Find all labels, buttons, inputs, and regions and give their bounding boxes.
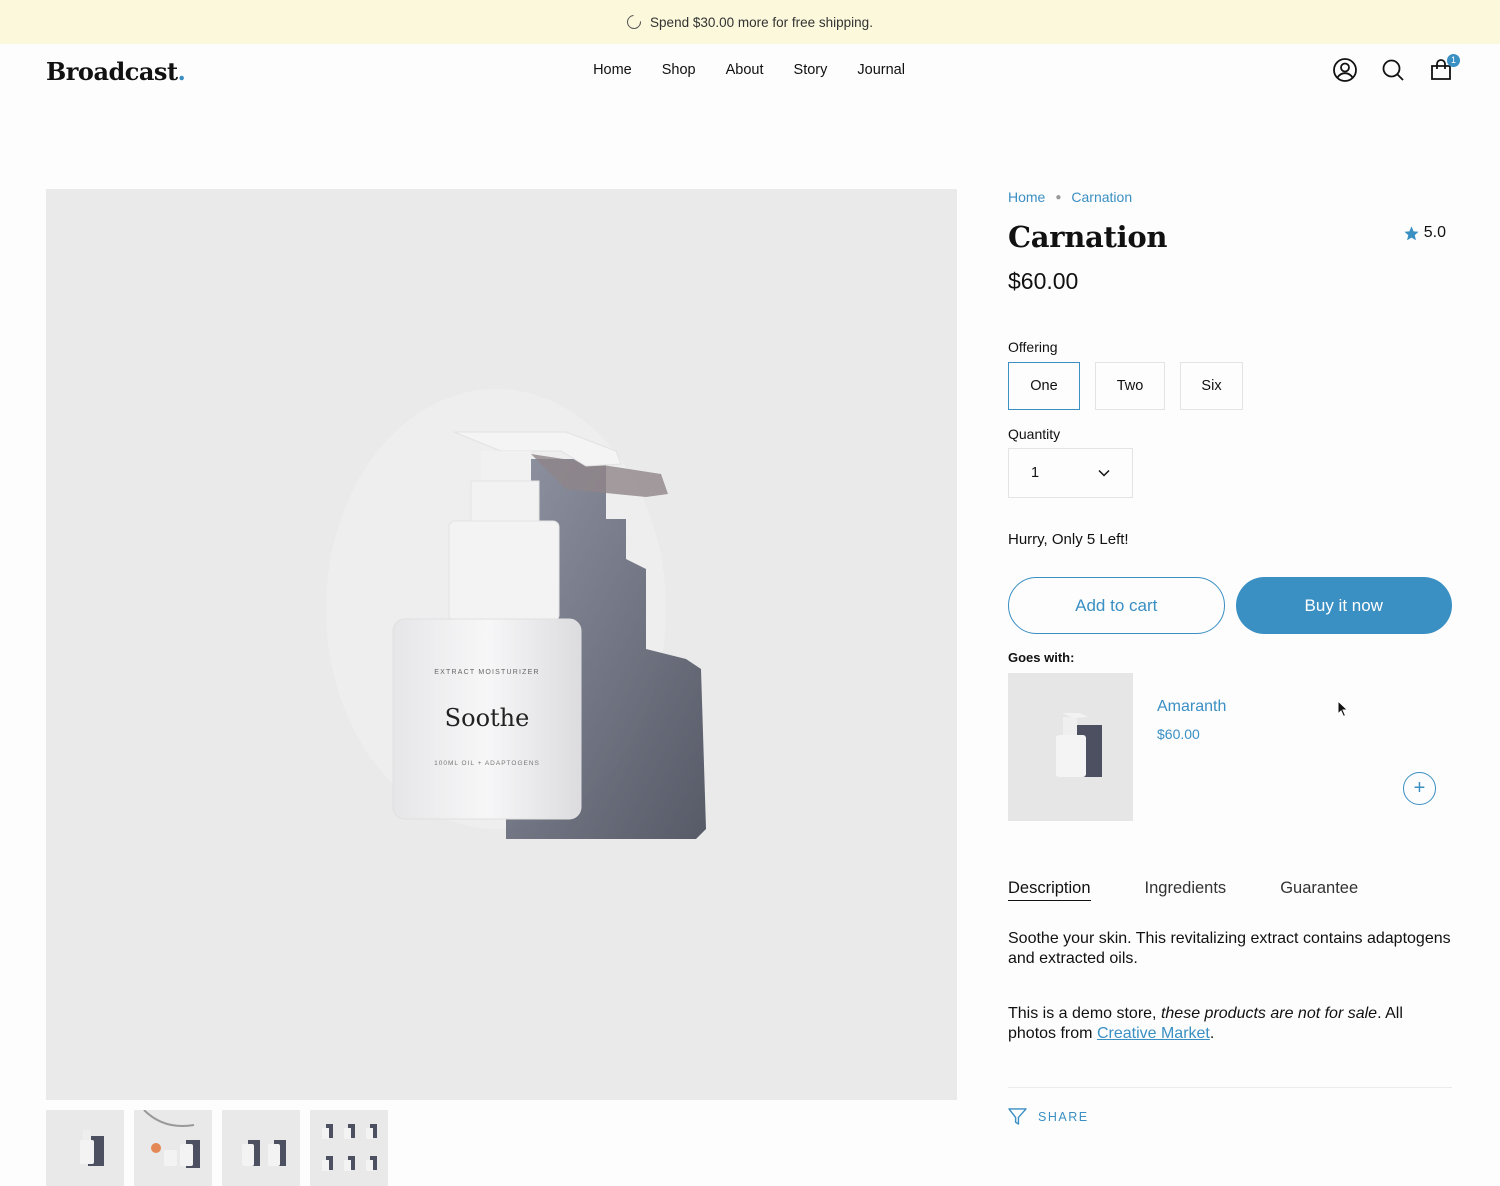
chevron-down-icon: [1098, 469, 1110, 477]
product-price: $60.00: [1008, 268, 1079, 294]
main-nav: Home Shop About Story Journal: [0, 44, 1500, 96]
offering-two[interactable]: Two: [1095, 362, 1165, 410]
search-icon[interactable]: [1380, 57, 1406, 83]
breadcrumb-current[interactable]: Carnation: [1071, 189, 1132, 205]
breadcrumb: Home ● Carnation: [1008, 186, 1452, 208]
nav-about[interactable]: About: [711, 62, 779, 78]
breadcrumb-home[interactable]: Home: [1008, 189, 1045, 205]
tab-ingredients[interactable]: Ingredients: [1145, 879, 1227, 901]
share-button[interactable]: SHARE: [1008, 1108, 1098, 1125]
site-header: Broadcast. Home Shop About Story Journal: [0, 44, 1500, 96]
quantity-select[interactable]: 1: [1008, 448, 1133, 498]
loading-spinner-icon: [624, 12, 644, 32]
announcement-text: Spend $30.00 more for free shipping.: [650, 14, 873, 30]
share-label: SHARE: [1038, 1109, 1089, 1124]
bottle-label-top: EXTRACT MOISTURIZER: [434, 669, 540, 676]
nav-story[interactable]: Story: [779, 62, 843, 78]
offering-options: One Two Six: [1008, 362, 1452, 410]
tab-guarantee[interactable]: Guarantee: [1280, 879, 1358, 901]
thumbnail-strip: [46, 1110, 388, 1186]
buy-now-button[interactable]: Buy it now: [1235, 577, 1452, 634]
bottle-label-main: Soothe: [445, 704, 530, 732]
product-tabs: Description Ingredients Guarantee: [1008, 879, 1452, 901]
thumbnail-2[interactable]: [134, 1110, 212, 1186]
demo-notice-end: .: [1209, 1025, 1215, 1042]
demo-notice-start: This is a demo store,: [1008, 1005, 1161, 1022]
offering-six[interactable]: Six: [1180, 362, 1243, 410]
divider: [1008, 1087, 1452, 1088]
tab-description[interactable]: Description: [1008, 879, 1091, 901]
offering-label: Offering: [1008, 339, 1058, 355]
demo-notice: This is a demo store, these products are…: [1008, 1004, 1452, 1044]
mouse-cursor-icon: [1337, 700, 1349, 718]
bottle-label-bottom: 100ML OIL + ADAPTOGENS: [434, 760, 540, 767]
stock-message: Hurry, Only 5 Left!: [1008, 531, 1129, 548]
goes-with-item: Amaranth $60.00 +: [1008, 673, 1452, 821]
breadcrumb-separator: ●: [1055, 191, 1062, 203]
account-icon[interactable]: [1332, 57, 1358, 83]
quantity-label: Quantity: [1008, 426, 1061, 442]
cart-icon[interactable]: 1: [1428, 54, 1460, 83]
announcement-bar: Spend $30.00 more for free shipping.: [0, 0, 1500, 44]
nav-home[interactable]: Home: [578, 62, 647, 78]
goes-with-image[interactable]: [1008, 673, 1133, 821]
quantity-value: 1: [1031, 465, 1040, 481]
cart-count-badge: 1: [1447, 54, 1460, 67]
goes-with-label: Goes with:: [1008, 650, 1075, 665]
creative-market-link[interactable]: Creative Market: [1097, 1025, 1210, 1042]
offering-one[interactable]: One: [1008, 362, 1080, 410]
nav-journal[interactable]: Journal: [842, 62, 920, 78]
product-main-image[interactable]: EXTRACT MOISTURIZER Soothe 100ML OIL + A…: [46, 189, 957, 1100]
header-icons: 1: [1332, 54, 1460, 83]
thumbnail-3[interactable]: [222, 1110, 300, 1186]
product-rating[interactable]: 5.0: [1403, 224, 1446, 242]
description-text: Soothe your skin. This revitalizing extr…: [1008, 930, 1451, 967]
demo-notice-italic: these products are not for sale: [1160, 1005, 1378, 1022]
purchase-buttons: Add to cart Buy it now: [1008, 577, 1452, 634]
goes-with-name[interactable]: Amaranth: [1157, 698, 1226, 716]
add-to-cart-button[interactable]: Add to cart: [1008, 577, 1225, 634]
title-row: Carnation 5.0: [1008, 220, 1452, 258]
logo-text: Broadcast: [46, 57, 178, 86]
product-info: Home ● Carnation Carnation 5.0 $60.00 Of…: [1008, 186, 1452, 1125]
share-icon: [1008, 1108, 1027, 1125]
goes-with-price: $60.00: [1157, 726, 1200, 742]
nav-shop[interactable]: Shop: [647, 62, 711, 78]
star-icon: [1404, 225, 1419, 240]
site-logo[interactable]: Broadcast.: [46, 57, 186, 86]
thumbnail-1[interactable]: [46, 1110, 124, 1186]
logo-dot: .: [177, 57, 186, 86]
page-title: Carnation: [1008, 220, 1168, 254]
add-goes-with-button[interactable]: +: [1403, 772, 1436, 805]
rating-value: 5.0: [1423, 224, 1446, 241]
thumbnail-4[interactable]: [310, 1110, 388, 1186]
